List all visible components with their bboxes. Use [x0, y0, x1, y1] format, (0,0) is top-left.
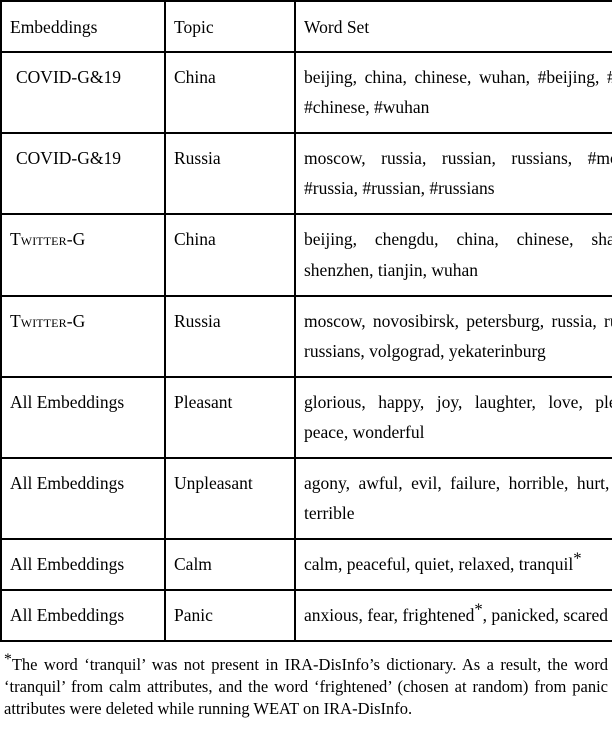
- cell-topic: China: [164, 214, 296, 297]
- cell-word-set-text-b: , panicked, scared: [482, 605, 609, 626]
- footnote-text: The word ‘tranquil’ was not present in I…: [4, 655, 608, 719]
- table-row: Twitter-G China beijing, chengdu, china,…: [0, 214, 612, 297]
- cell-embeddings: All Embeddings: [0, 539, 166, 592]
- cell-word-set: beijing, chengdu, china, chinese, shangh…: [294, 214, 612, 297]
- table-body: COVID-G&19 China beijing, china, chinese…: [0, 52, 612, 642]
- table-row: All Embeddings Pleasant glorious, happy,…: [0, 376, 612, 460]
- cell-word-set: agony, awful, evil, failure, horrible, h…: [294, 458, 612, 541]
- table-header: Embeddings Topic Word Set: [0, 1, 612, 54]
- cell-topic: Russia: [164, 133, 296, 216]
- column-header-topic: Topic: [164, 1, 296, 54]
- cell-embeddings: Twitter-G: [0, 214, 166, 297]
- cell-word-set-text: calm, peaceful, quiet, relaxed, tranquil: [304, 554, 574, 575]
- asterisk-marker: *: [573, 548, 582, 568]
- cell-topic: Panic: [164, 590, 296, 642]
- table-row: All Embeddings Unpleasant agony, awful, …: [0, 458, 612, 541]
- column-header-word-set: Word Set: [294, 1, 612, 54]
- cell-topic: Calm: [164, 539, 296, 592]
- table-row: COVID-G&19 Russia moscow, russia, russia…: [0, 133, 612, 216]
- cell-embeddings: All Embeddings: [0, 458, 166, 541]
- cell-embeddings: All Embeddings: [0, 590, 166, 642]
- cell-word-set-text-a: anxious, fear, frightened: [304, 605, 475, 626]
- table-row: Twitter-G Russia moscow, novosibirsk, pe…: [0, 295, 612, 378]
- cell-word-set: moscow, novosibirsk, petersburg, russia,…: [294, 295, 612, 378]
- table-row: All Embeddings Panic anxious, fear, frig…: [0, 590, 612, 642]
- cell-word-set: moscow, russia, russian, russians, #mosc…: [294, 133, 612, 216]
- cell-embeddings: All Embeddings: [0, 376, 166, 460]
- column-header-embeddings: Embeddings: [0, 1, 166, 54]
- cell-topic: China: [164, 52, 296, 135]
- table-row: COVID-G&19 China beijing, china, chinese…: [0, 52, 612, 135]
- cell-word-set: anxious, fear, frightened*, panicked, sc…: [294, 590, 612, 642]
- word-set-table-container: Embeddings Topic Word Set COVID-G&19 Chi…: [0, 0, 612, 643]
- cell-topic: Pleasant: [164, 376, 296, 460]
- table-footnote: *The word ‘tranquil’ was not present in …: [0, 642, 612, 720]
- cell-word-set: calm, peaceful, quiet, relaxed, tranquil…: [294, 539, 612, 592]
- cell-embeddings: COVID-G&19: [0, 52, 166, 135]
- word-set-table: Embeddings Topic Word Set COVID-G&19 Chi…: [0, 0, 612, 643]
- footnote-marker: *: [4, 651, 12, 669]
- cell-word-set: glorious, happy, joy, laughter, love, pl…: [294, 376, 612, 460]
- cell-topic: Unpleasant: [164, 458, 296, 541]
- cell-embeddings: Twitter-G: [0, 295, 166, 378]
- cell-topic: Russia: [164, 295, 296, 378]
- cell-embeddings: COVID-G&19: [0, 133, 166, 216]
- table-row: All Embeddings Calm calm, peaceful, quie…: [0, 539, 612, 592]
- cell-word-set: beijing, china, chinese, wuhan, #beijing…: [294, 52, 612, 135]
- asterisk-marker: *: [474, 600, 483, 619]
- table-header-row: Embeddings Topic Word Set: [0, 1, 612, 54]
